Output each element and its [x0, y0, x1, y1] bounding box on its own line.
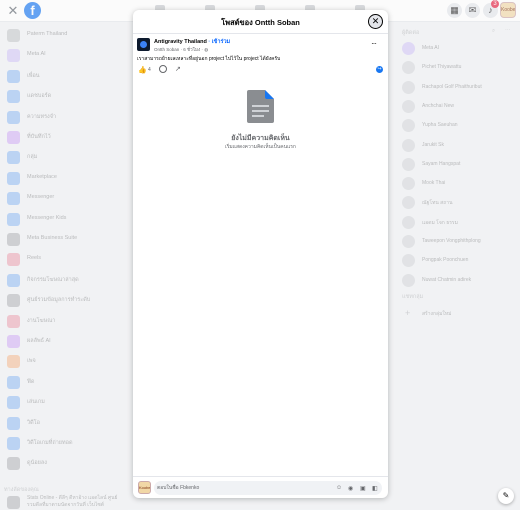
post-dialog: โพสต์ของ Ontth Soban ✕ Antigravity Thail…	[133, 10, 388, 498]
like-icon[interactable]: 👍	[138, 66, 147, 74]
new-message-button[interactable]: ✎	[498, 488, 514, 504]
commenter-avatar[interactable]: Koobe	[138, 481, 151, 494]
facebook-page: ✕ f ▦ ✉ ♪ 3 Koobe Paterm Thailand Meta AI…	[0, 0, 520, 510]
close-dialog-button[interactable]: ✕	[368, 14, 383, 29]
post-author-line: Antigravity Thailand · เข้าร่วม	[154, 38, 230, 46]
sticker-icon[interactable]: ◧	[372, 485, 378, 492]
post-meta: Ontth Soban · 6 ชั่วโมง · ◍	[154, 46, 208, 53]
share-icon[interactable]: ↗	[175, 65, 181, 73]
like-count: 4	[148, 67, 151, 73]
comment-composer: Koobe ตอบในชื่อ Fbkenko ☺ ◉ ▣ ◧	[133, 476, 388, 498]
emoji-icon[interactable]: ☺	[336, 485, 342, 491]
page-avatar[interactable]	[137, 38, 150, 51]
dialog-title: โพสต์ของ Ontth Soban	[221, 18, 300, 27]
camera-icon[interactable]: ◉	[348, 485, 353, 492]
gif-icon[interactable]: ▣	[360, 485, 366, 492]
post-more-options-button[interactable]: ···	[371, 39, 377, 48]
no-comments-subtitle: เริ่มแสดงความคิดเห็นเป็นคนแรก	[225, 144, 296, 150]
share-reaction-icon: ↪	[376, 66, 383, 73]
empty-document-icon	[247, 90, 274, 123]
join-group-link[interactable]: · เข้าร่วม	[208, 39, 230, 45]
comment-icon[interactable]	[159, 65, 167, 73]
post-author-time: Ontth Soban · 6 ชั่วโมง ·	[154, 47, 203, 52]
page-name-link[interactable]: Antigravity Thailand	[154, 39, 207, 45]
dialog-header: โพสต์ของ Ontth Soban ✕	[133, 10, 388, 34]
post-body-text: เราสามารถย้ายเลเหลาะที่อยู่นอก project ไ…	[137, 56, 281, 62]
audience-globe-icon: ◍	[204, 47, 209, 52]
